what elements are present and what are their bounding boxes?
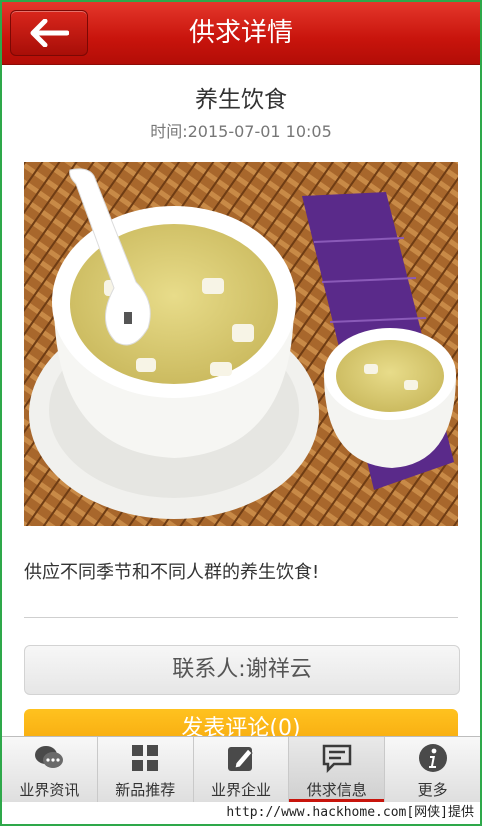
page-title: 供求详情 [188,18,293,48]
tab-more[interactable]: 更多 [385,737,480,803]
tab-label: 业界资讯 [19,781,80,799]
back-arrow-icon [30,19,69,47]
post-image [24,162,458,526]
info-icon [418,744,447,772]
tab-label: 更多 [417,781,448,799]
chat-bubbles-icon [35,746,64,768]
divider [24,617,458,618]
contact-button[interactable]: 联系人:谢祥云 [24,645,460,695]
app-frame: 供求详情 养生饮食 时间:2015-07-01 10:05 供应不同季节和不同人… [0,0,482,826]
watermark-text: http://www.hackhome.com[网侠]提供 [2,802,480,824]
grid-icon [132,745,159,771]
edit-icon [227,747,253,771]
tab-supply-demand[interactable]: 供求信息 [289,737,386,803]
bottom-tab-bar: 业界资讯 新品推荐 业界企业 供求信息 更多 [2,736,480,803]
tab-industry-news[interactable]: 业界资讯 [2,737,98,803]
post-title: 养生饮食 [195,87,287,113]
tab-label: 供求信息 [306,781,367,799]
tab-companies[interactable]: 业界企业 [194,737,290,803]
porridge-photo [24,162,458,526]
post-body: 供应不同季节和不同人群的养生饮食! [24,562,320,583]
message-icon [322,744,352,773]
tab-label: 业界企业 [210,781,271,799]
post-time: 时间:2015-07-01 10:05 [150,122,332,141]
tab-new-products[interactable]: 新品推荐 [98,737,194,803]
tab-label: 新品推荐 [115,781,176,799]
top-bar: 供求详情 [2,2,480,65]
back-button[interactable] [10,10,88,56]
